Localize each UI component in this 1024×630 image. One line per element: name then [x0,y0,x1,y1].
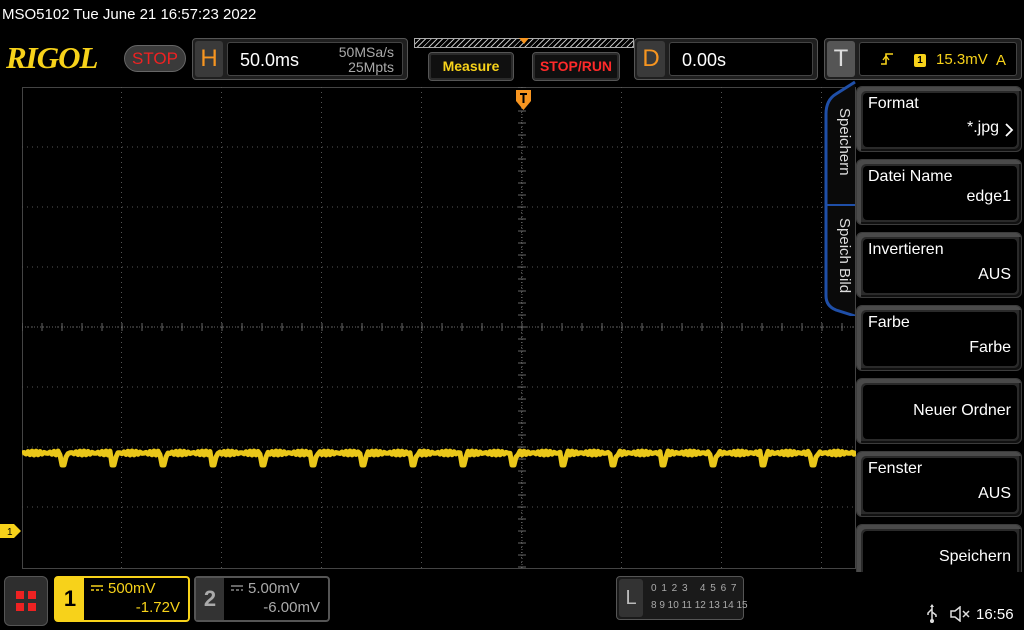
channel-number: 1 [56,578,84,620]
channel-1-panel[interactable]: 1 500mV -1.72V [54,576,190,622]
channel-scale: 500mV [108,580,156,597]
trigger-letter: T [827,41,855,77]
title-bar: MSO5102 Tue June 21 16:57:23 2022 [0,0,1024,32]
tab-speichern[interactable]: Speichern [836,108,853,176]
trigger-level: 15.3mV [936,51,988,68]
menu-item-value: edge1 [966,188,1012,205]
menu-item-value: Speichern [938,548,1011,565]
delay-panel[interactable]: D 0.00s [634,38,818,80]
memory-depth: 25Mpts [348,59,394,75]
menu-item-value: Farbe [969,339,1011,356]
run-state-badge: STOP [124,45,186,72]
delay-readout: 0.00s [669,42,813,76]
tab-speich-bild[interactable]: Speich Bild [836,218,853,293]
trigger-channel: 1 [914,54,926,67]
delay-letter: D [637,41,665,77]
rigol-logo: RIGOL [6,40,98,75]
channel-number: 2 [196,578,224,620]
horizontal-letter: H [195,41,223,77]
menu-item-farbe[interactable]: Farbe Farbe [856,305,1022,371]
horizontal-readout: 50.0ms 50MSa/s 25Mpts [227,42,403,76]
svg-text:1: 1 [7,527,13,538]
usb-icon [927,604,937,623]
trigger-readout: 1 15.3mV A [859,42,1017,76]
digital-channels-row-2: 8 9 10 11 12 13 14 15 [651,600,748,611]
trigger-mode: A [995,52,1006,69]
ch1-waveform-trace [22,448,856,468]
menu-item-title: Datei Name [868,168,953,185]
channel-offset: -6.00mV [263,599,320,616]
chevron-right-icon [1005,123,1014,137]
main-menu-button[interactable] [4,576,48,626]
menu-item-format[interactable]: Format *.jpg [856,86,1022,152]
horizontal-panel[interactable]: H 50.0ms 50MSa/s 25Mpts [192,38,408,80]
menu-item-title: Fenster [868,460,923,477]
device-datetime: MSO5102 Tue June 21 16:57:23 2022 [2,6,257,23]
delay-value: 0.00s [682,50,727,70]
rising-edge-icon [881,53,893,65]
menu-item-title: Format [868,95,919,112]
menu-item-datei-name[interactable]: Datei Name edge1 [856,159,1022,225]
menu-item-value: AUS [978,485,1011,502]
menu-item-fenster[interactable]: Fenster AUS [856,451,1022,517]
trigger-position-icon[interactable] [516,90,531,110]
digital-channels-row-1: 0 1 2 3 4 5 6 7 [651,583,738,594]
timebase-value: 50.0ms [240,50,300,70]
dc-coupling-icon [91,585,103,591]
menu-item-value: *.jpg [966,119,999,136]
speaker-muted-icon[interactable] [950,606,972,622]
measure-button[interactable]: Measure [428,52,514,81]
logic-analyzer-letter: L [619,579,643,617]
clock: 16:56 [976,606,1014,623]
menu-item-title: Invertieren [868,241,944,258]
menu-item-neuer-ordner[interactable]: Neuer Ordner [856,378,1022,444]
sample-rate: 50MSa/s [338,44,394,60]
channel-scale: 5.00mV [248,580,300,597]
dc-coupling-icon [231,585,243,591]
timeline-position-marker [519,38,529,44]
menu-item-invertieren[interactable]: Invertieren AUS [856,232,1022,298]
menu-item-title: Farbe [868,314,910,331]
channel-2-panel[interactable]: 2 5.00mV -6.00mV [194,576,330,622]
menu-item-value: Neuer Ordner [913,402,1011,419]
stop-run-button[interactable]: STOP/RUN [532,52,620,81]
ch1-ground-marker[interactable]: 1 [0,523,22,539]
trigger-panel[interactable]: T 1 15.3mV A [824,38,1022,80]
logic-analyzer-panel[interactable]: L 0 1 2 3 4 5 6 7 8 9 10 11 12 13 14 15 [616,576,748,620]
waveform-display [22,87,856,569]
channel-offset: -1.72V [135,599,180,616]
menu-item-value: AUS [978,266,1011,283]
